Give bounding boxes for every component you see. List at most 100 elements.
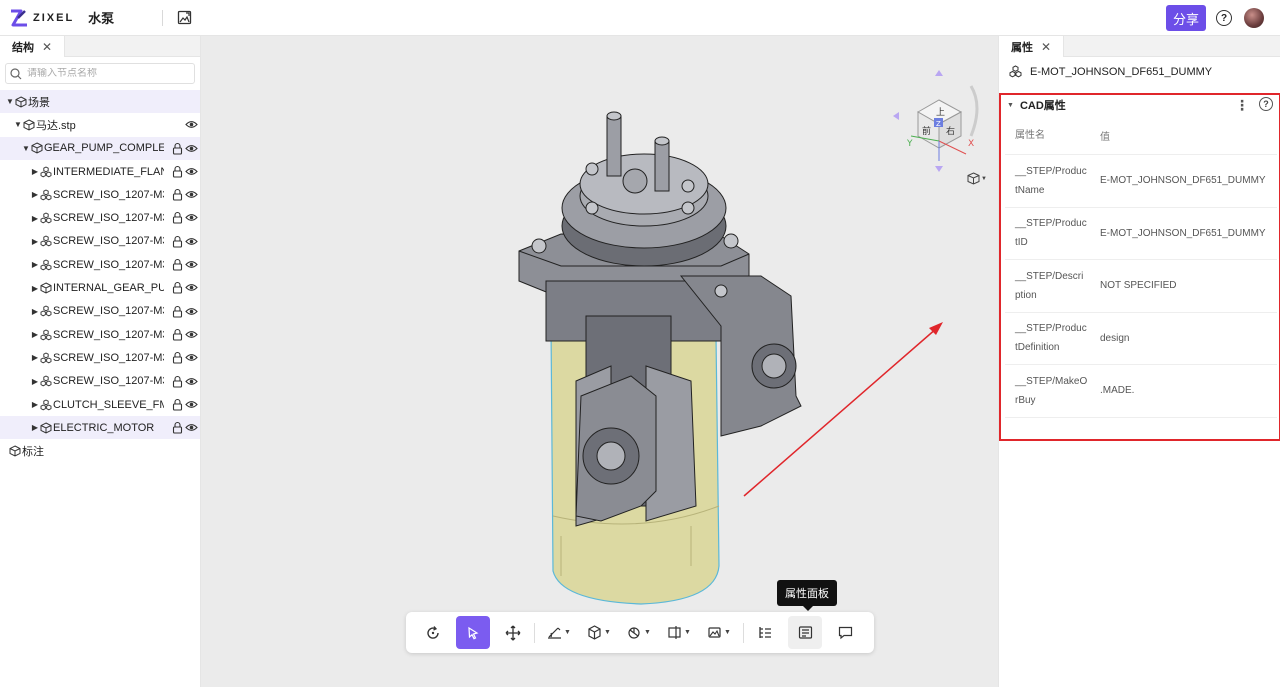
- measure-dropdown[interactable]: ▼: [539, 616, 579, 649]
- lock-icon[interactable]: [171, 165, 184, 178]
- tree-node[interactable]: ▶ SCREW_ISO_1207-M3X: [0, 346, 200, 369]
- pan-button[interactable]: [496, 616, 530, 649]
- caret-right-icon[interactable]: ▶: [31, 307, 39, 316]
- lock-icon[interactable]: [171, 258, 184, 271]
- lock-icon[interactable]: [171, 398, 184, 411]
- eye-icon[interactable]: [185, 305, 198, 318]
- eye-icon[interactable]: [185, 351, 198, 364]
- lock-icon[interactable]: [171, 281, 184, 294]
- eye-icon[interactable]: [185, 142, 198, 155]
- edit-image-button[interactable]: [175, 9, 193, 27]
- tree-node[interactable]: 标注: [0, 439, 200, 462]
- rotate-button[interactable]: [416, 616, 450, 649]
- cad-section-header[interactable]: ▼ CAD属性 ⋮ ?: [1001, 95, 1279, 115]
- tree-node[interactable]: ▶ SCREW_ISO_1207-M3X: [0, 323, 200, 346]
- tree-node[interactable]: ▶ CLUTCH_SLEEVE_FM-0: [0, 393, 200, 416]
- tree-node-actions: [185, 118, 198, 131]
- tree-node[interactable]: ▶ INTERMEDIATE_FLANGE: [0, 160, 200, 183]
- tree-node-label: SCREW_ISO_1207-M3X: [53, 305, 164, 318]
- chevron-down-icon[interactable]: ▼: [1007, 102, 1014, 109]
- tree-node[interactable]: ▶ SCREW_ISO_1207-M3X: [0, 253, 200, 276]
- caret-right-icon[interactable]: ▶: [31, 353, 39, 362]
- node-search-box[interactable]: [5, 63, 195, 84]
- model-view-dropdown[interactable]: ▼: [579, 616, 619, 649]
- view-cube[interactable]: 上 前 右 Z X Y: [891, 66, 998, 176]
- parts-icon: [40, 305, 52, 317]
- user-avatar[interactable]: [1244, 8, 1264, 28]
- caret-right-icon[interactable]: ▶: [31, 377, 39, 386]
- logo[interactable]: ZIXEL: [9, 8, 74, 28]
- tab-properties[interactable]: 属性 ✕: [999, 36, 1064, 57]
- caret-right-icon[interactable]: ▶: [31, 260, 39, 269]
- lock-icon[interactable]: [171, 142, 184, 155]
- eye-icon[interactable]: [185, 235, 198, 248]
- lock-icon[interactable]: [171, 188, 184, 201]
- caret-right-icon[interactable]: ▶: [31, 214, 39, 223]
- tree-node[interactable]: ▼ 场景: [0, 90, 200, 114]
- eye-icon[interactable]: [185, 188, 198, 201]
- eye-icon[interactable]: [185, 421, 198, 434]
- caret-right-icon[interactable]: ▶: [31, 190, 39, 199]
- tree-node[interactable]: ▶ SCREW_ISO_1207-M3X: [0, 370, 200, 393]
- node-search-input[interactable]: [27, 68, 187, 79]
- 3d-viewport[interactable]: 上 前 右 Z X Y ▼: [201, 36, 998, 687]
- eye-icon[interactable]: [185, 165, 198, 178]
- help-icon[interactable]: ?: [1216, 10, 1232, 26]
- share-button[interactable]: 分享: [1165, 5, 1206, 31]
- caret-right-icon[interactable]: ▶: [31, 330, 39, 339]
- lock-icon[interactable]: [171, 211, 184, 225]
- caret-right-icon[interactable]: ▶: [31, 284, 39, 293]
- tree-node[interactable]: ▶ SCREW_ISO_1207-M3X: [0, 206, 200, 229]
- eye-icon[interactable]: [185, 398, 198, 411]
- model-render[interactable]: [201, 36, 998, 687]
- eye-icon[interactable]: [185, 211, 198, 224]
- eye-icon[interactable]: [185, 118, 198, 131]
- lock-icon[interactable]: [171, 375, 184, 388]
- lock-icon[interactable]: [171, 305, 184, 318]
- view-mode-dropdown[interactable]: ▼: [967, 172, 987, 185]
- tree-node[interactable]: ▶ SCREW_ISO_1207-M3X: [0, 230, 200, 253]
- explode-dropdown[interactable]: ▼: [619, 616, 659, 649]
- eye-icon[interactable]: [185, 328, 198, 341]
- chevron-down-icon: ▼: [724, 629, 731, 636]
- caret-right-icon[interactable]: ▶: [31, 237, 39, 246]
- caret-down-icon[interactable]: ▼: [14, 120, 22, 129]
- cube-top-label[interactable]: 上: [936, 107, 945, 118]
- select-button[interactable]: [456, 616, 490, 649]
- properties-panel-button[interactable]: [788, 616, 822, 649]
- lock-icon[interactable]: [171, 235, 184, 248]
- section-dropdown[interactable]: ▼: [659, 616, 699, 649]
- close-icon[interactable]: ✕: [1041, 40, 1051, 54]
- caret-right-icon[interactable]: ▶: [31, 423, 39, 432]
- eye-icon[interactable]: [185, 375, 198, 388]
- more-options-icon[interactable]: ⋮: [1235, 97, 1249, 114]
- tab-structure[interactable]: 结构 ✕: [0, 36, 65, 57]
- close-icon[interactable]: ✕: [42, 40, 52, 54]
- eye-icon[interactable]: [185, 258, 198, 271]
- tree-node[interactable]: ▶ ELECTRIC_MOTOR: [0, 416, 200, 440]
- lock-icon[interactable]: [171, 351, 184, 364]
- comment-button[interactable]: [828, 616, 862, 649]
- caret-right-icon[interactable]: ▶: [31, 167, 39, 176]
- caret-down-icon[interactable]: ▼: [6, 97, 14, 106]
- caret-down-icon[interactable]: ▼: [22, 144, 30, 153]
- tree-node[interactable]: ▶ SCREW_ISO_1207-M3X: [0, 300, 200, 323]
- prop-key: __STEP/MakeOrBuy: [1015, 375, 1088, 406]
- cube-front-label[interactable]: 前: [922, 125, 931, 137]
- eye-icon[interactable]: [185, 281, 198, 294]
- help-icon[interactable]: ?: [1259, 97, 1273, 111]
- tree-node[interactable]: ▼ GEAR_PUMP_COMPLETE: [0, 136, 200, 160]
- tree-node[interactable]: ▶ SCREW_ISO_1207-M3X: [0, 183, 200, 206]
- scene-dropdown[interactable]: ▼: [699, 616, 739, 649]
- caret-right-icon[interactable]: ▶: [31, 400, 39, 409]
- tree-node-label: SCREW_ISO_1207-M3X: [53, 351, 164, 364]
- structure-tree-button[interactable]: [748, 616, 782, 649]
- cube-right-label[interactable]: 右: [946, 125, 955, 137]
- tree-node[interactable]: ▼ 马达.stp: [0, 113, 200, 136]
- lock-icon[interactable]: [171, 421, 184, 434]
- tree-node-label: SCREW_ISO_1207-M3X: [53, 375, 164, 388]
- tree-node[interactable]: ▶ INTERNAL_GEAR_PUMP: [0, 276, 200, 299]
- lock-icon[interactable]: [171, 328, 184, 341]
- measure-icon: [548, 627, 562, 639]
- tab-structure-label: 结构: [12, 41, 34, 54]
